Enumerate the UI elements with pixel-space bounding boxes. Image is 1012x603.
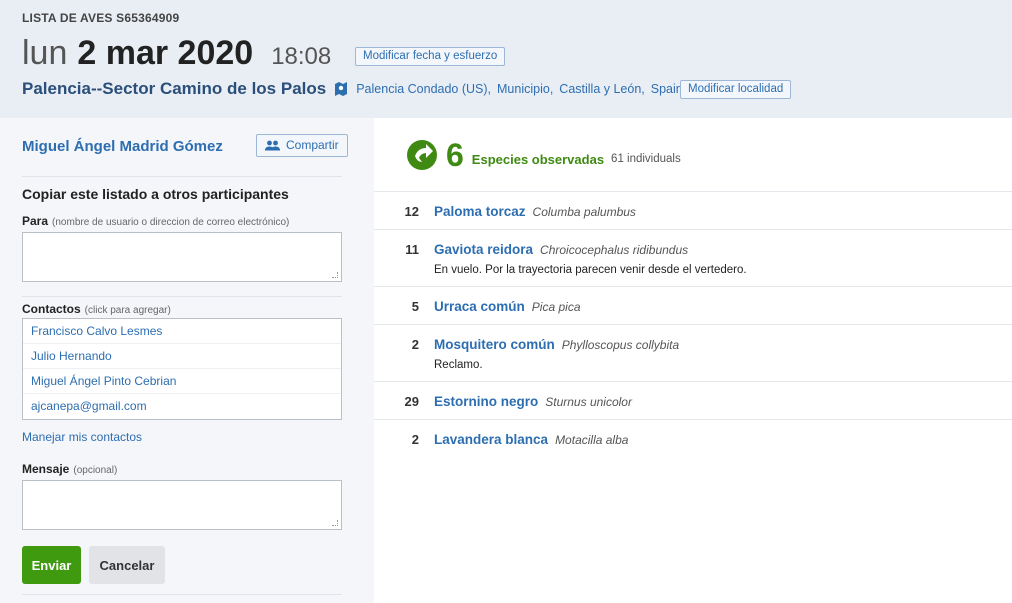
location-region[interactable]: Palencia Condado (US), bbox=[356, 82, 491, 96]
contacts-label: Contactos bbox=[22, 302, 81, 316]
species-scientific-name: Columba palumbus bbox=[532, 205, 636, 219]
observation-comment: Reclamo. bbox=[434, 359, 483, 371]
checklist-header: LISTA DE AVES S65364909 lun 2 mar 2020 1… bbox=[0, 0, 1012, 118]
user-name[interactable]: Miguel Ángel Madrid Gómez bbox=[22, 138, 223, 155]
species-scientific-name: Chroicocephalus ridibundus bbox=[540, 243, 689, 257]
observation-count: 11 bbox=[405, 242, 419, 257]
manage-contacts-link[interactable]: Manejar mis contactos bbox=[22, 430, 142, 444]
observation-row: 11 Gaviota reidora Chroicocephalus ridib… bbox=[374, 230, 1012, 287]
observation-row: 2 Lavandera blanca Motacilla alba bbox=[374, 420, 1012, 457]
resize-grip-icon[interactable] bbox=[332, 272, 338, 278]
species-scientific-name: Phylloscopus collybita bbox=[561, 338, 680, 352]
divider bbox=[22, 296, 342, 297]
location-name[interactable]: Palencia--Sector Camino de los Palos bbox=[22, 79, 326, 99]
contacts-hint: (click para agregar) bbox=[84, 305, 171, 316]
observation-count: 2 bbox=[411, 337, 419, 352]
checklist-id: LISTA DE AVES S65364909 bbox=[22, 11, 180, 25]
observation-row: 5 Urraca común Pica pica bbox=[374, 287, 1012, 325]
date-day: lun bbox=[22, 34, 68, 72]
message-textarea[interactable] bbox=[22, 480, 342, 530]
observation-comment: En vuelo. Por la trayectoria parecen ven… bbox=[434, 264, 747, 276]
edit-location-button[interactable]: Modificar localidad bbox=[680, 80, 792, 99]
resize-grip-icon[interactable] bbox=[332, 520, 338, 526]
species-common-name[interactable]: Estornino negro bbox=[434, 394, 538, 409]
date-time: 18:08 bbox=[271, 43, 332, 70]
species-observed-label: Especies observadas bbox=[471, 151, 605, 167]
share-panel: Miguel Ángel Madrid Gómez Compartir Copi… bbox=[0, 118, 374, 603]
contact-item[interactable]: Francisco Calvo Lesmes bbox=[23, 319, 341, 344]
species-scientific-name: Sturnus unicolor bbox=[545, 395, 632, 409]
date-row: lun 2 mar 2020 18:08 bbox=[22, 34, 347, 73]
divider bbox=[22, 594, 342, 595]
message-hint: (opcional) bbox=[73, 465, 118, 476]
location-row: Palencia--Sector Camino de los Palos Pal… bbox=[22, 79, 689, 99]
observation-list: 12 Paloma torcaz Columba palumbus 11 Gav… bbox=[374, 192, 1012, 457]
location-state[interactable]: Castilla y León, bbox=[559, 82, 644, 96]
observation-count: 12 bbox=[404, 204, 419, 219]
observation-row: 12 Paloma torcaz Columba palumbus bbox=[374, 192, 1012, 230]
location-municipality[interactable]: Municipio, bbox=[497, 82, 553, 96]
share-button[interactable]: Compartir bbox=[256, 134, 348, 157]
contact-item[interactable]: ajcanepa@gmail.com bbox=[23, 394, 341, 419]
species-common-name[interactable]: Mosquitero común bbox=[434, 337, 555, 352]
location-country[interactable]: Spain bbox=[651, 82, 683, 96]
species-scientific-name: Pica pica bbox=[531, 300, 581, 314]
copy-section-title: Copiar este listado a otros participante… bbox=[22, 186, 289, 202]
contacts-list: Francisco Calvo Lesmes Julio Hernando Mi… bbox=[22, 318, 342, 420]
map-icon[interactable] bbox=[334, 81, 348, 97]
to-hint: (nombre de usuario o direccion de correo… bbox=[52, 217, 290, 228]
cancel-button[interactable]: Cancelar bbox=[89, 546, 165, 584]
share-button-label: Compartir bbox=[286, 138, 339, 152]
to-label: Para bbox=[22, 214, 49, 228]
observation-count: 29 bbox=[404, 394, 419, 409]
species-common-name[interactable]: Lavandera blanca bbox=[434, 432, 548, 447]
species-scientific-name: Motacilla alba bbox=[555, 433, 629, 447]
message-label-row: Mensaje (opcional) bbox=[22, 462, 117, 476]
species-common-name[interactable]: Urraca común bbox=[434, 299, 525, 314]
send-button[interactable]: Enviar bbox=[22, 546, 81, 584]
species-count: 6 bbox=[446, 137, 464, 173]
date-main: 2 mar 2020 bbox=[77, 34, 254, 72]
observation-count: 2 bbox=[411, 432, 419, 447]
contact-item[interactable]: Julio Hernando bbox=[23, 344, 341, 369]
species-summary: 6 Especies observadas 61 individuals bbox=[406, 137, 681, 173]
divider bbox=[22, 176, 342, 177]
species-common-name[interactable]: Gaviota reidora bbox=[434, 242, 533, 257]
observations-panel: 6 Especies observadas 61 individuals 12 … bbox=[374, 118, 1012, 603]
observation-row: 29 Estornino negro Sturnus unicolor bbox=[374, 382, 1012, 420]
message-label: Mensaje bbox=[22, 462, 70, 476]
observation-row: 2 Mosquitero común Phylloscopus collybit… bbox=[374, 325, 1012, 382]
to-recipients-textarea[interactable] bbox=[22, 232, 342, 282]
species-common-name[interactable]: Paloma torcaz bbox=[434, 204, 526, 219]
observation-count: 5 bbox=[411, 299, 419, 314]
people-icon bbox=[265, 140, 280, 150]
contact-item[interactable]: Miguel Ángel Pinto Cebrian bbox=[23, 369, 341, 394]
contacts-label-row: Contactos (click para agregar) bbox=[22, 302, 171, 316]
species-icon bbox=[407, 140, 437, 170]
edit-date-button[interactable]: Modificar fecha y esfuerzo bbox=[355, 47, 506, 66]
individuals-count: 61 individuals bbox=[611, 153, 681, 165]
to-field-label: Para (nombre de usuario o direccion de co… bbox=[22, 214, 289, 228]
